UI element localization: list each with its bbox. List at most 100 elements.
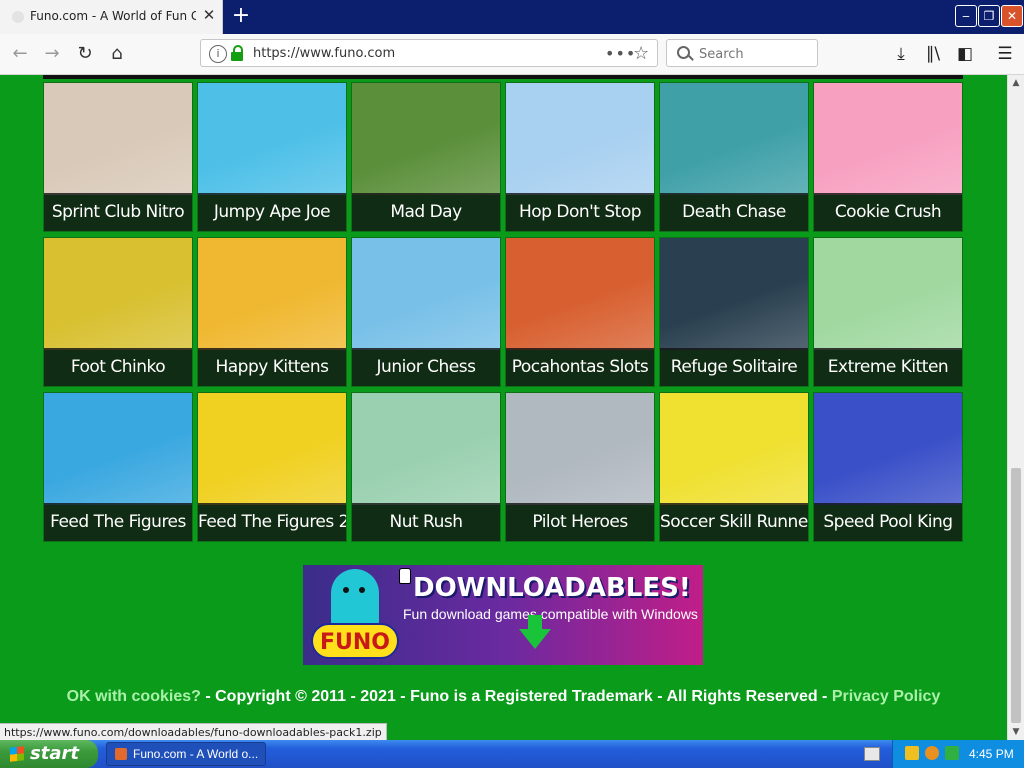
minimize-button[interactable]: ‒ — [955, 5, 977, 27]
search-input[interactable] — [697, 44, 811, 64]
game-thumbnail — [352, 238, 500, 350]
taskbar-item-label: Funo.com - A World o... — [133, 747, 259, 761]
game-tile[interactable]: Hop Don't Stop — [505, 82, 655, 232]
vertical-scrollbar[interactable]: ▲ ▼ — [1007, 75, 1024, 740]
cookies-link[interactable]: OK with cookies? — [67, 688, 201, 705]
lock-icon — [231, 45, 243, 61]
game-tile[interactable]: Cookie Crush — [813, 82, 963, 232]
scroll-up-icon[interactable]: ▲ — [1008, 75, 1024, 91]
info-icon[interactable]: i — [209, 45, 227, 63]
game-title: Refuge Solitaire — [660, 348, 808, 386]
restore-button[interactable]: ❐ — [978, 5, 1000, 27]
page-content: Sprint Club Nitro Jumpy Ape Joe Mad Day Hop… — [0, 75, 1007, 740]
game-tile[interactable]: Refuge Solitaire — [659, 237, 809, 387]
system-tray: 4:45 PM — [892, 740, 1024, 768]
game-thumbnail — [352, 393, 500, 505]
game-thumbnail — [352, 83, 500, 195]
privacy-policy-link[interactable]: Privacy Policy — [832, 688, 941, 705]
game-tile[interactable]: Foot Chinko — [43, 237, 193, 387]
game-title: Feed The Figures — [44, 503, 192, 541]
game-tile[interactable]: Nut Rush — [351, 392, 501, 542]
url-bar[interactable]: i https://www.funo.com ••• ☆ — [200, 39, 658, 67]
show-desktop-icon[interactable] — [864, 747, 880, 761]
game-thumbnail — [660, 83, 808, 195]
game-title: Hop Don't Stop — [506, 193, 654, 231]
game-tile[interactable]: Happy Kittens — [197, 237, 347, 387]
game-tile[interactable]: Speed Pool King — [813, 392, 963, 542]
taskbar: start Funo.com - A World o... 4:45 PM — [0, 740, 1024, 768]
home-icon[interactable]: ⌂ — [105, 42, 129, 66]
search-tray-icon[interactable] — [925, 746, 939, 760]
downloadables-banner[interactable]: FUNO DOWNLOADABLES! Fun download games c… — [303, 565, 703, 665]
game-tile[interactable]: Jumpy Ape Joe — [197, 82, 347, 232]
game-title: Cookie Crush — [814, 193, 962, 231]
funo-logo: FUNO — [311, 623, 399, 659]
game-title: Soccer Skill Runner — [660, 503, 808, 541]
game-thumbnail — [814, 83, 962, 195]
firefox-icon — [115, 748, 127, 760]
game-title: Pilot Heroes — [506, 503, 654, 541]
top-strip — [43, 75, 963, 79]
game-tile[interactable]: Feed The Figures — [43, 392, 193, 542]
banner-subtitle: Fun download games compatible with Windo… — [403, 606, 698, 622]
game-title: Junior Chess — [352, 348, 500, 386]
network-icon[interactable] — [945, 746, 959, 760]
page-actions-icon[interactable]: ••• — [605, 44, 636, 63]
clock: 4:45 PM — [969, 747, 1014, 761]
taskbar-item-browser[interactable]: Funo.com - A World o... — [106, 742, 266, 766]
game-thumbnail — [44, 238, 192, 350]
game-thumbnail — [44, 393, 192, 505]
game-title: Feed The Figures 2 — [198, 503, 346, 541]
game-title: Speed Pool King — [814, 503, 962, 541]
sidebar-icon[interactable]: ◧ — [953, 42, 977, 66]
game-title: Nut Rush — [352, 503, 500, 541]
scroll-thumb[interactable] — [1011, 468, 1021, 723]
game-thumbnail — [506, 83, 654, 195]
game-tile[interactable]: Death Chase — [659, 82, 809, 232]
copyright-text: - Copyright © 2011 - 2021 - Funo is a Re… — [200, 688, 832, 705]
back-icon[interactable]: ← — [8, 42, 32, 66]
search-box[interactable] — [666, 39, 818, 67]
download-icon[interactable]: ⤓ — [889, 42, 913, 66]
footer: OK with cookies? - Copyright © 2011 - 20… — [0, 688, 1007, 706]
game-tile[interactable]: Sprint Club Nitro — [43, 82, 193, 232]
tab-close-icon[interactable]: ✕ — [201, 7, 217, 23]
game-thumbnail — [198, 393, 346, 505]
game-tile[interactable]: Pocahontas Slots — [505, 237, 655, 387]
favicon-icon — [12, 11, 24, 23]
game-thumbnail — [44, 83, 192, 195]
scroll-down-icon[interactable]: ▼ — [1008, 724, 1024, 740]
game-title: Sprint Club Nitro — [44, 193, 192, 231]
menu-icon[interactable]: ☰ — [993, 42, 1017, 66]
game-title: Death Chase — [660, 193, 808, 231]
browser-tab[interactable]: Funo.com - A World of Fun Games ✕ — [0, 0, 223, 34]
game-tile[interactable]: Extreme Kitten — [813, 237, 963, 387]
game-tile[interactable]: Pilot Heroes — [505, 392, 655, 542]
game-thumbnail — [814, 238, 962, 350]
game-tile[interactable]: Junior Chess — [351, 237, 501, 387]
bookmark-star-icon[interactable]: ☆ — [633, 43, 649, 64]
start-button[interactable]: start — [0, 740, 98, 768]
library-icon[interactable]: ∥\ — [921, 42, 945, 66]
tab-title: Funo.com - A World of Fun Games — [30, 9, 196, 23]
hand-cursor-icon — [399, 568, 411, 584]
game-tile[interactable]: Soccer Skill Runner — [659, 392, 809, 542]
game-thumbnail — [198, 83, 346, 195]
game-tile[interactable]: Mad Day — [351, 82, 501, 232]
forward-icon[interactable]: → — [40, 42, 64, 66]
game-title: Foot Chinko — [44, 348, 192, 386]
reload-icon[interactable]: ↻ — [73, 42, 97, 66]
game-title: Pocahontas Slots — [506, 348, 654, 386]
new-tab-button[interactable]: + — [229, 4, 253, 28]
game-thumbnail — [506, 393, 654, 505]
game-thumbnail — [506, 238, 654, 350]
game-thumbnail — [660, 393, 808, 505]
download-arrow-icon — [519, 615, 551, 649]
url-text[interactable]: https://www.funo.com — [253, 46, 395, 61]
close-window-button[interactable]: ✕ — [1001, 5, 1023, 27]
security-shield-icon[interactable] — [905, 746, 919, 760]
game-title: Mad Day — [352, 193, 500, 231]
game-title: Happy Kittens — [198, 348, 346, 386]
windows-logo-icon — [10, 746, 24, 762]
game-tile[interactable]: Feed The Figures 2 — [197, 392, 347, 542]
